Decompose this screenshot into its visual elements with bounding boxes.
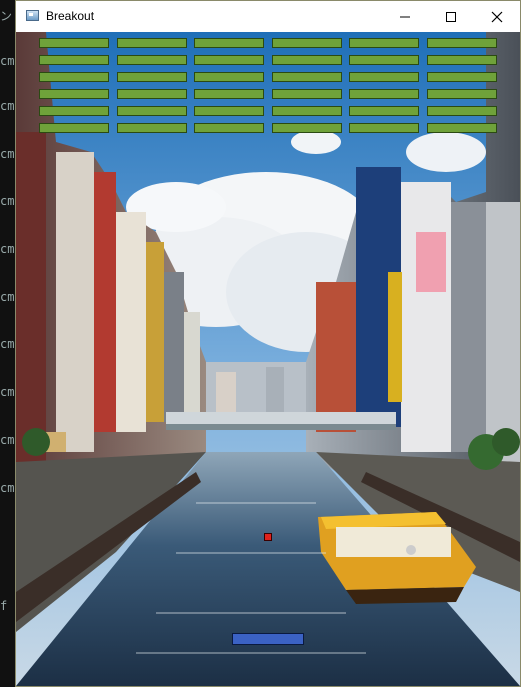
brick (349, 106, 419, 116)
paddle[interactable] (232, 633, 304, 645)
minimize-icon (400, 16, 410, 18)
brick (272, 72, 342, 82)
brick (272, 38, 342, 48)
brick (427, 55, 497, 65)
brick (272, 89, 342, 99)
minimize-button[interactable] (382, 1, 428, 32)
brick (427, 123, 497, 133)
maximize-button[interactable] (428, 1, 474, 32)
app-icon (26, 10, 39, 21)
brick (117, 55, 187, 65)
brick (272, 106, 342, 116)
ball (264, 533, 272, 541)
brick (427, 89, 497, 99)
brick (39, 89, 109, 99)
window-title: Breakout (46, 9, 95, 23)
brick (117, 123, 187, 133)
brick (194, 55, 264, 65)
brick (39, 123, 109, 133)
brick (117, 106, 187, 116)
maximize-icon (446, 12, 456, 22)
background-window-text: cm (0, 195, 15, 207)
background-window-text: cm (0, 100, 15, 112)
brick (39, 55, 109, 65)
brick (39, 38, 109, 48)
background-window-strip: ン cm cm cm cm cm cm cm cm cm cm f (0, 0, 16, 687)
game-playfield[interactable] (16, 32, 520, 686)
background-window-text: cm (0, 482, 15, 494)
brick (349, 72, 419, 82)
close-icon (491, 11, 503, 23)
background-window-text: cm (0, 55, 15, 67)
brick (427, 38, 497, 48)
brick (117, 72, 187, 82)
brick (194, 38, 264, 48)
background-window-text: cm (0, 338, 15, 350)
background-window-text: f (0, 600, 8, 612)
close-button[interactable] (474, 1, 520, 32)
game-window: Breakout (15, 0, 521, 687)
brick (194, 123, 264, 133)
background-window-text: cm (0, 434, 15, 446)
brick (117, 89, 187, 99)
brick (427, 106, 497, 116)
brick (39, 106, 109, 116)
background-window-text: cm (0, 148, 15, 160)
title-bar[interactable]: Breakout (16, 1, 520, 32)
brick (194, 72, 264, 82)
brick (117, 38, 187, 48)
brick (349, 38, 419, 48)
brick (194, 89, 264, 99)
brick (194, 106, 264, 116)
brick (39, 72, 109, 82)
background-window-text: cm (0, 386, 15, 398)
brick (272, 123, 342, 133)
brick (349, 55, 419, 65)
brick (427, 72, 497, 82)
background-window-text: cm (0, 291, 15, 303)
brick (349, 123, 419, 133)
background-window-text: cm (0, 243, 15, 255)
brick (272, 55, 342, 65)
background-window-text: ン (0, 10, 13, 22)
brick (349, 89, 419, 99)
